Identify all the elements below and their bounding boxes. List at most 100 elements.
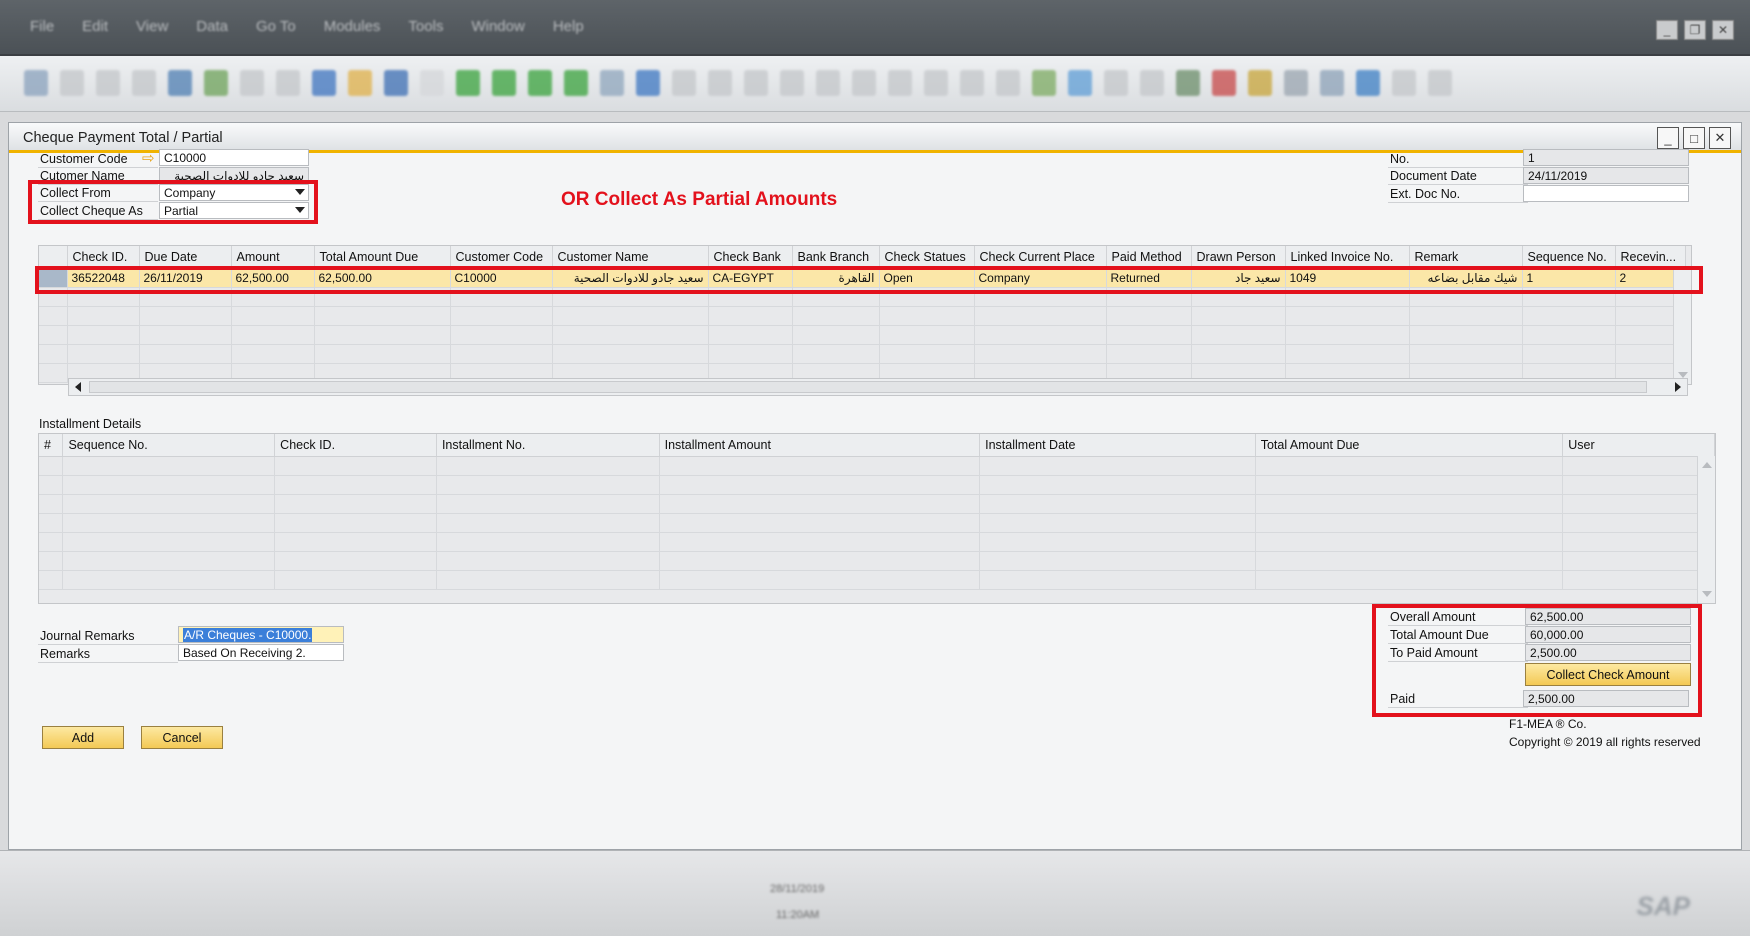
table-row[interactable] — [39, 306, 1686, 326]
scroll-up-icon[interactable] — [1702, 462, 1712, 468]
paid-field[interactable]: 2,500.00 — [1523, 690, 1689, 707]
gross-profit-icon[interactable] — [852, 70, 876, 96]
collect-from-select[interactable]: Company — [159, 184, 309, 201]
pdf-icon[interactable] — [276, 70, 300, 96]
col-check-id[interactable]: Check ID. — [67, 246, 140, 269]
payment-icon[interactable] — [816, 70, 840, 96]
collect-cheque-as-select[interactable]: Partial — [159, 202, 309, 219]
menu-modules[interactable]: Modules — [324, 18, 381, 35]
menu-help[interactable]: Help — [553, 18, 584, 35]
col-index[interactable]: # — [39, 434, 64, 457]
help-icon[interactable] — [1356, 70, 1380, 96]
col-customer-code[interactable]: Customer Code — [450, 246, 553, 269]
table-cell[interactable]: 62,500.00 — [314, 268, 451, 288]
table-cell[interactable]: CA-EGYPT — [708, 268, 793, 288]
scroll-left-icon[interactable] — [75, 382, 81, 392]
col-check-bank[interactable]: Check Bank — [708, 246, 793, 269]
table-row[interactable] — [39, 456, 1715, 476]
menu-tools[interactable]: Tools — [408, 18, 443, 35]
col-installment-no[interactable]: Installment No. — [436, 434, 660, 457]
next-record-icon[interactable] — [528, 70, 552, 96]
refresh-icon[interactable] — [600, 70, 624, 96]
col-sequence-no[interactable]: Sequence No. — [62, 434, 276, 457]
app-close-icon[interactable]: ✕ — [1712, 20, 1734, 40]
menu-view[interactable]: View — [136, 18, 168, 35]
calendar-icon[interactable] — [1176, 70, 1200, 96]
col-receiving[interactable]: Recevin... — [1615, 246, 1686, 269]
table-cell[interactable]: 26/11/2019 — [139, 268, 232, 288]
scroll-down-icon[interactable] — [1702, 591, 1712, 597]
customer-name-field[interactable]: سعيد جادو للادوات الصحية — [159, 167, 309, 184]
portal-icon[interactable] — [1392, 70, 1416, 96]
previous-record-icon[interactable] — [492, 70, 516, 96]
ext-doc-field[interactable] — [1523, 185, 1689, 202]
table-row[interactable] — [39, 494, 1715, 514]
table-row[interactable] — [39, 513, 1715, 533]
table-cell[interactable]: 1049 — [1285, 268, 1410, 288]
col-drawn-person[interactable]: Drawn Person — [1191, 246, 1286, 269]
menu-edit[interactable]: Edit — [82, 18, 108, 35]
col-due-date[interactable]: Due Date — [139, 246, 232, 269]
find-icon[interactable] — [384, 70, 408, 96]
edit-icon[interactable] — [996, 70, 1020, 96]
col-installment-amount[interactable]: Installment Amount — [659, 434, 981, 457]
table-row[interactable] — [39, 475, 1715, 495]
table-row[interactable] — [39, 570, 1715, 590]
scroll-right-icon[interactable] — [1675, 382, 1681, 392]
table-cell[interactable]: 36522048 — [67, 268, 140, 288]
col-total-amount-due[interactable]: Total Amount Due — [314, 246, 451, 269]
cheques-horizontal-scrollbar[interactable] — [68, 378, 1688, 396]
col-sequence-no[interactable]: Sequence No. — [1522, 246, 1616, 269]
doc-number-field[interactable]: 1 — [1523, 149, 1689, 166]
row-selector[interactable] — [39, 268, 68, 288]
table-cell[interactable]: Company — [974, 268, 1107, 288]
table-row[interactable] — [39, 551, 1715, 571]
col-check-current-place[interactable]: Check Current Place — [974, 246, 1107, 269]
col-paid-method[interactable]: Paid Method — [1106, 246, 1192, 269]
lock-icon[interactable] — [348, 70, 372, 96]
first-record-icon[interactable] — [456, 70, 480, 96]
chevron-down-icon[interactable] — [295, 189, 305, 195]
menu-data[interactable]: Data — [196, 18, 228, 35]
table-cell[interactable]: سعيد جاد — [1191, 268, 1286, 288]
user-icon[interactable] — [1320, 70, 1344, 96]
table-row[interactable]: 36522048 26/11/2019 62,500.00 62,500.00 … — [39, 268, 1686, 288]
link-arrow-icon[interactable]: ⇨ — [142, 149, 155, 167]
col-check-id[interactable]: Check ID. — [274, 434, 437, 457]
col-check-statues[interactable]: Check Statues — [879, 246, 975, 269]
excel-icon[interactable] — [204, 70, 228, 96]
menu-file[interactable]: File — [30, 18, 54, 35]
chat-icon[interactable] — [1140, 70, 1164, 96]
table-cell[interactable]: شيك مقابل بضاعه — [1409, 268, 1523, 288]
table-cell[interactable]: 1 — [1522, 268, 1616, 288]
table-cell[interactable]: C10000 — [450, 268, 553, 288]
col-amount[interactable]: Amount — [231, 246, 315, 269]
form-settings-icon[interactable] — [1068, 70, 1092, 96]
journal-remarks-field[interactable]: A/R Cheques - C10000. — [178, 626, 344, 643]
col-total-amount-due[interactable]: Total Amount Due — [1255, 434, 1564, 457]
logoff-icon[interactable] — [1428, 70, 1452, 96]
col-linked-invoice[interactable]: Linked Invoice No. — [1285, 246, 1410, 269]
preview-icon[interactable] — [24, 70, 48, 96]
col-installment-date[interactable]: Installment Date — [979, 434, 1256, 457]
export-icon[interactable] — [168, 70, 192, 96]
table-cell[interactable]: سعيد جادو للادوات الصحية — [552, 268, 709, 288]
chevron-down-icon[interactable] — [295, 207, 305, 213]
scroll-thumb[interactable] — [89, 381, 1647, 393]
total-amount-due-field[interactable]: 60,000.00 — [1525, 626, 1691, 643]
col-bank-branch[interactable]: Bank Branch — [792, 246, 880, 269]
settings-doc-icon[interactable] — [960, 70, 984, 96]
col-customer-name[interactable]: Customer Name — [552, 246, 709, 269]
table-row[interactable] — [39, 325, 1686, 345]
minimize-icon[interactable]: _ — [1657, 127, 1679, 149]
col-user[interactable]: User — [1562, 434, 1715, 457]
table-row[interactable] — [39, 287, 1686, 307]
app-minimize-icon[interactable]: _ — [1656, 20, 1678, 40]
layout-icon[interactable] — [924, 70, 948, 96]
print-icon[interactable] — [60, 70, 84, 96]
document-date-field[interactable]: 24/11/2019 — [1523, 167, 1689, 184]
up-arrow-icon[interactable] — [312, 70, 336, 96]
col-remark[interactable]: Remark — [1409, 246, 1523, 269]
new-doc-icon[interactable] — [1032, 70, 1056, 96]
table-cell[interactable]: Returned — [1106, 268, 1192, 288]
